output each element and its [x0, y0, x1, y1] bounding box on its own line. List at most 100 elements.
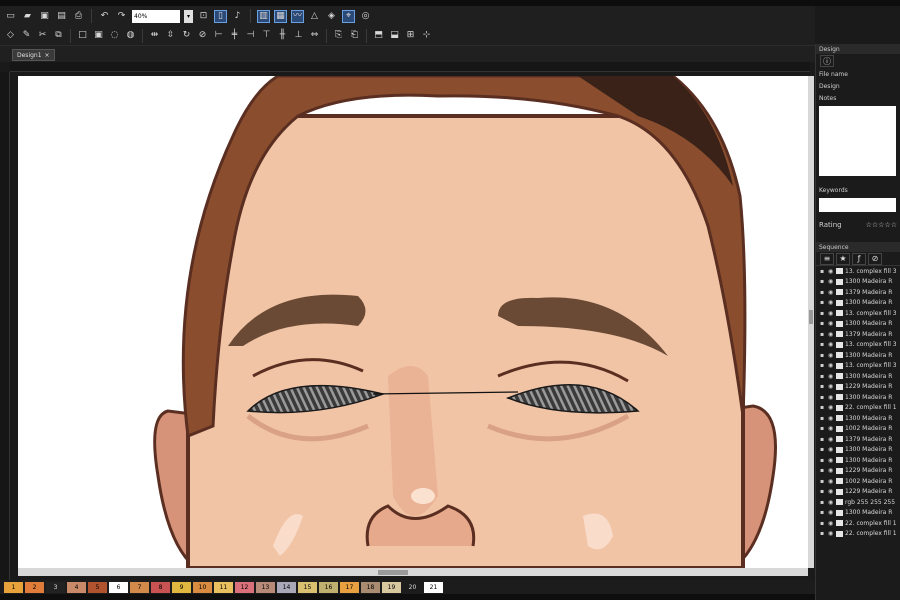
sequence-item[interactable]: ▪ ◉ 13. complex fill 3 [816, 266, 900, 277]
eye-icon[interactable]: ◉ [828, 362, 834, 369]
info-icon[interactable]: ⓘ [820, 55, 834, 67]
palette-swatch[interactable]: 17 [340, 581, 359, 593]
align-middle-icon[interactable]: ╫ [276, 29, 289, 42]
eye-icon[interactable]: ◉ [828, 415, 834, 422]
palette-swatch[interactable]: 5 [88, 581, 107, 593]
flip-h-icon[interactable]: ⇹ [148, 29, 161, 42]
eye-icon[interactable]: ◉ [828, 499, 834, 506]
eye-icon[interactable]: ◉ [828, 299, 834, 306]
sequence-item[interactable]: ▪ ◉ 1300 Madeira R [816, 319, 900, 330]
eye-icon[interactable]: ◉ [828, 331, 834, 338]
sequence-item[interactable]: ▪ ◉ 1229 Madeira R [816, 466, 900, 477]
function-icon[interactable]: ƒ [852, 252, 866, 265]
sequence-item[interactable]: ▪ ◉ 1300 Madeira R [816, 413, 900, 424]
lock-icon[interactable]: ▪ [820, 530, 826, 537]
palette-swatch[interactable]: 2 [25, 581, 44, 593]
eye-icon[interactable]: ◉ [828, 268, 834, 275]
sequence-item[interactable]: ▪ ◉ 22. complex fill 1 [816, 529, 900, 540]
chevron-down-icon[interactable]: ▾ [184, 9, 193, 23]
eye-icon[interactable]: ◉ [828, 289, 834, 296]
eye-icon[interactable]: ◉ [828, 509, 834, 516]
palette-swatch[interactable]: 8 [151, 581, 170, 593]
eye-icon[interactable]: ◉ [828, 457, 834, 464]
lock-icon[interactable]: ▪ [820, 373, 826, 380]
copy-icon[interactable]: ⎘ [332, 29, 345, 42]
lock-icon[interactable]: ▪ [820, 436, 826, 443]
lock-icon[interactable]: ▪ [820, 499, 826, 506]
palette-swatch[interactable]: 7 [130, 581, 149, 593]
sequence-item[interactable]: ▪ ◉ 1300 Madeira R [816, 445, 900, 456]
notes-field[interactable] [819, 106, 896, 176]
sequence-item[interactable]: ▪ ◉ 1229 Madeira R [816, 487, 900, 498]
sequence-item[interactable]: ▪ ◉ 22. complex fill 1 [816, 403, 900, 414]
eye-icon[interactable]: ◉ [828, 436, 834, 443]
star-icon[interactable]: ★ [836, 252, 850, 265]
sequence-item[interactable]: ▪ ◉ 13. complex fill 3 [816, 361, 900, 372]
lock-icon[interactable]: ▪ [820, 457, 826, 464]
align-top-icon[interactable]: ⊤ [260, 29, 273, 42]
zoom-input[interactable]: 40% [132, 9, 180, 23]
open-icon[interactable]: ▰ [21, 10, 34, 23]
eye-icon[interactable]: ◉ [828, 404, 834, 411]
palette-swatch[interactable]: 10 [193, 581, 212, 593]
palette-swatch[interactable]: 12 [235, 581, 254, 593]
grid-view-icon[interactable]: ▦ [274, 9, 287, 23]
center-icon[interactable]: ⊹ [420, 29, 433, 42]
eye-icon[interactable]: ◉ [828, 467, 834, 474]
node-icon[interactable]: ◇ [4, 29, 17, 42]
palette-swatch[interactable]: 14 [277, 581, 296, 593]
group-icon[interactable]: ⧉ [52, 29, 65, 42]
sequence-item[interactable]: ▪ ◉ 1300 Madeira R [816, 298, 900, 309]
snap-icon[interactable]: ⌖ [342, 9, 355, 23]
eye-icon[interactable]: ◉ [828, 383, 834, 390]
keywords-field[interactable] [819, 198, 896, 212]
lock-icon[interactable]: ▪ [820, 394, 826, 401]
lock-icon[interactable]: ▪ [820, 362, 826, 369]
flip-v-icon[interactable]: ⇳ [164, 29, 177, 42]
wave-icon[interactable]: 〰 [291, 9, 304, 23]
shapes-icon[interactable]: ◈ [325, 10, 338, 23]
lock-icon[interactable]: ▪ [820, 446, 826, 453]
triangle-icon[interactable]: △ [308, 10, 321, 23]
compass-icon[interactable]: ⊘ [868, 252, 882, 265]
sequence-item[interactable]: ▪ ◉ 1300 Madeira R [816, 392, 900, 403]
eye-icon[interactable]: ◉ [828, 478, 834, 485]
paste-icon[interactable]: ⎗ [348, 29, 361, 42]
print-icon[interactable]: ⎙ [72, 10, 85, 23]
sequence-item[interactable]: ▪ ◉ 13. complex fill 3 [816, 308, 900, 319]
lock-icon[interactable]: ▪ [820, 383, 826, 390]
cut-icon[interactable]: ✂ [36, 29, 49, 42]
lock-icon[interactable]: ▪ [820, 299, 826, 306]
palette-swatch[interactable]: 11 [214, 581, 233, 593]
palette-swatch[interactable]: 21 [424, 581, 443, 593]
lasso-icon[interactable]: ◍ [124, 29, 137, 42]
close-icon[interactable]: × [45, 52, 50, 59]
distribute-icon[interactable]: ⇔ [308, 29, 321, 42]
vertical-scroll-thumb[interactable] [809, 310, 813, 324]
palette-swatch[interactable]: 6 [109, 581, 128, 593]
eye-icon[interactable]: ◉ [828, 530, 834, 537]
palette-swatch[interactable]: 4 [67, 581, 86, 593]
eye-icon[interactable]: ◉ [828, 352, 834, 359]
palette-swatch[interactable]: 15 [298, 581, 317, 593]
fit-page-icon[interactable]: ⊡ [197, 10, 210, 23]
layer-up-icon[interactable]: ⬒ [372, 29, 385, 42]
save-icon[interactable]: ▣ [38, 10, 51, 23]
palette-swatch[interactable]: 9 [172, 581, 191, 593]
align-right-icon[interactable]: ⊣ [244, 29, 257, 42]
sequence-item[interactable]: ▪ ◉ 1379 Madeira R [816, 434, 900, 445]
palette-swatch[interactable]: 13 [256, 581, 275, 593]
sequence-item[interactable]: ▪ ◉ rgb 255 255 255 [816, 497, 900, 508]
eye-icon[interactable]: ◉ [828, 488, 834, 495]
align-bottom-icon[interactable]: ⊥ [292, 29, 305, 42]
eye-icon[interactable]: ◉ [828, 425, 834, 432]
lock-icon[interactable]: ▪ [820, 289, 826, 296]
lock-icon[interactable]: ▪ [820, 278, 826, 285]
sequence-item[interactable]: ▪ ◉ 1300 Madeira R [816, 508, 900, 519]
eye-icon[interactable]: ◉ [828, 310, 834, 317]
rating-stars[interactable]: ☆☆☆☆☆ [866, 221, 897, 229]
eye-icon[interactable]: ◉ [828, 446, 834, 453]
sequence-item[interactable]: ▪ ◉ 1002 Madeira R [816, 424, 900, 435]
lock-icon[interactable]: ▪ [820, 310, 826, 317]
lock-icon[interactable]: ▪ [820, 467, 826, 474]
